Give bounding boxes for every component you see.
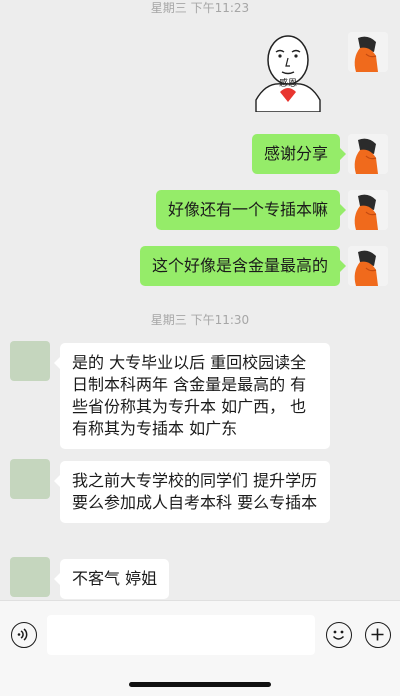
message-bubble-me[interactable]: 好像还有一个专插本嘛 bbox=[155, 190, 347, 230]
avatar-image bbox=[348, 246, 388, 286]
sticker-image[interactable]: 感恩 bbox=[250, 30, 324, 112]
message-bubble-other[interactable]: 不客气 婷姐 bbox=[53, 559, 170, 599]
avatar-image bbox=[348, 32, 388, 72]
contact-avatar[interactable] bbox=[10, 459, 50, 499]
sticker-caption: 感恩 bbox=[279, 77, 297, 89]
message-bubble-other[interactable]: 我之前大专学校的同学们 提升学历 要么参加成人自考本科 要么专插本 bbox=[54, 461, 330, 523]
voice-icon[interactable] bbox=[11, 622, 37, 648]
chat-area[interactable]: 星期三 下午11:23 感恩 感谢分享 好像还有一个专插本嘛 这个好像是含金量最… bbox=[0, 0, 400, 600]
my-avatar[interactable] bbox=[348, 246, 388, 286]
avatar-image bbox=[348, 190, 388, 230]
home-indicator[interactable] bbox=[129, 682, 271, 687]
plus-icon[interactable] bbox=[365, 622, 391, 648]
message-bubble-me[interactable]: 感谢分享 bbox=[251, 134, 347, 174]
message-bubble-me[interactable]: 这个好像是含金量最高的 bbox=[139, 246, 347, 286]
my-avatar[interactable] bbox=[348, 190, 388, 230]
message-bubble-other[interactable]: 是的 大专毕业以后 重回校园读全日制本科两年 含金量是最高的 有些省份称其为专升… bbox=[54, 343, 330, 449]
message-input[interactable] bbox=[47, 615, 315, 655]
avatar-image bbox=[348, 134, 388, 174]
emoji-icon[interactable] bbox=[326, 622, 352, 648]
timestamp: 星期三 下午11:30 bbox=[150, 313, 250, 327]
my-avatar[interactable] bbox=[348, 134, 388, 174]
my-avatar[interactable] bbox=[348, 32, 388, 72]
contact-avatar[interactable] bbox=[10, 557, 50, 597]
contact-avatar[interactable] bbox=[10, 341, 50, 381]
timestamp: 星期三 下午11:23 bbox=[150, 1, 250, 15]
